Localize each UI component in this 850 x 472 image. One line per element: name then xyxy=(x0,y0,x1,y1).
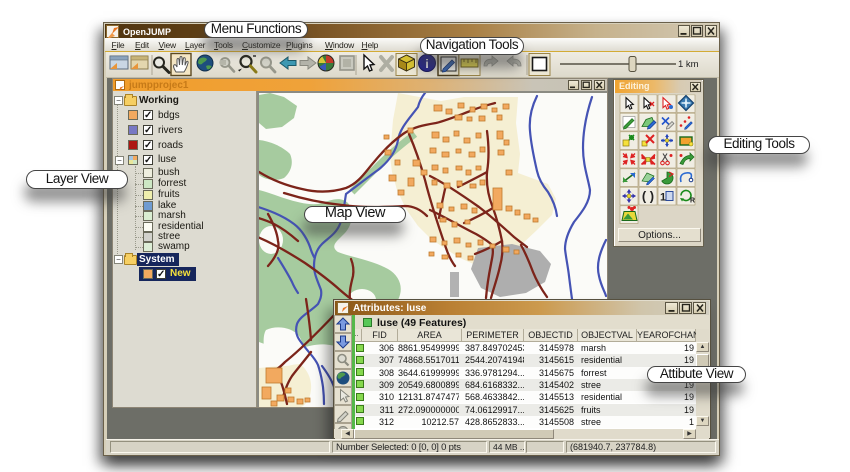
svg-text:i: i xyxy=(425,57,428,71)
svg-text:R: R xyxy=(690,198,695,205)
svg-text:1 km: 1 km xyxy=(678,59,699,70)
svg-text:( ): ( ) xyxy=(642,189,654,204)
svg-text:1: 1 xyxy=(660,192,666,204)
